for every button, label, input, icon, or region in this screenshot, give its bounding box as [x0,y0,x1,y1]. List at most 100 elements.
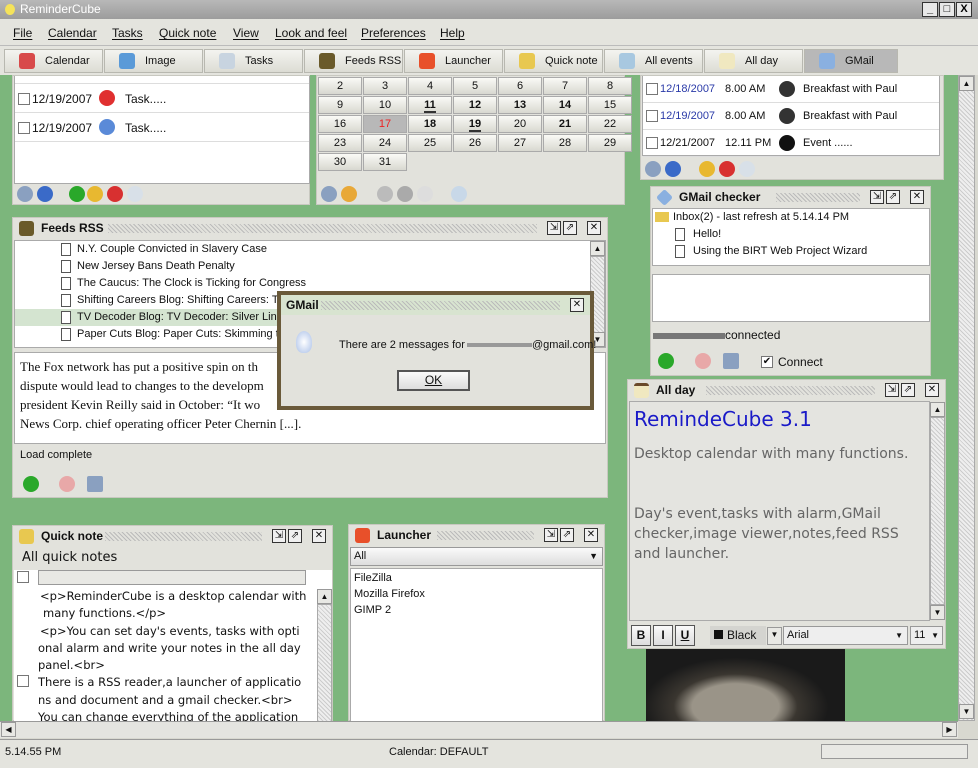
toolbar-calendar-button[interactable]: Calendar [4,49,103,73]
event-checkbox[interactable] [646,110,658,122]
note-checkbox[interactable] [17,675,29,687]
toolbar-feeds-rss-button[interactable]: Feeds RSS [304,49,403,73]
delete-icon[interactable] [695,353,711,369]
calendar-day[interactable]: 9 [318,96,362,114]
calendar-day[interactable]: 23 [318,134,362,152]
connect-checkbox[interactable]: ✔ [761,356,773,368]
settings-tools-icon[interactable] [723,353,739,369]
feed-item[interactable]: New Jersey Bans Death Penalty [15,258,605,275]
toolbar-tasks-button[interactable]: Tasks [204,49,303,73]
pencil-icon[interactable] [699,161,715,177]
ok-button[interactable]: OK [397,370,470,391]
toolbar-all-events-button[interactable]: All events [604,49,703,73]
scroll-up-button[interactable]: ▲ [317,589,332,604]
scroll-right-button[interactable]: ▶ [942,722,957,737]
calendar-day[interactable]: 31 [363,153,407,171]
maximize-icon[interactable]: ⇗ [288,529,302,543]
feed-item[interactable]: The Caucus: The Clock is Ticking for Con… [15,275,605,292]
calendar-day[interactable]: 21 [543,115,587,133]
add-event-icon[interactable] [341,186,357,202]
launcher-item[interactable]: GIMP 2 [354,602,599,618]
note-checkbox[interactable] [17,571,29,583]
allday-scrollbar[interactable] [930,417,945,605]
check-icon[interactable] [69,186,85,202]
close-button[interactable]: X [956,2,972,17]
calendar-day[interactable]: 25 [408,134,452,152]
maximize-icon[interactable]: ⇗ [563,221,577,235]
detach-icon[interactable]: ⇲ [547,221,561,235]
toolbar-all-day-button[interactable]: All day [704,49,803,73]
detach-icon[interactable]: ⇲ [544,528,558,542]
detach-icon[interactable]: ⇲ [885,383,899,397]
underline-button[interactable]: U [675,625,695,646]
close-icon[interactable]: ✕ [570,298,584,312]
event-checkbox[interactable] [646,137,658,149]
menu-help[interactable]: Help [440,26,465,40]
delete-feed-icon[interactable] [59,476,75,492]
scroll-left-button[interactable]: ◀ [1,722,16,737]
desktop-horizontal-scrollbar[interactable] [0,721,958,738]
copy-icon[interactable] [739,161,755,177]
scroll-down-button[interactable]: ▼ [959,704,974,719]
calendar-day[interactable]: 5 [453,77,497,95]
inbox-folder[interactable]: Inbox(2) - last refresh at 5.14.14 PM [653,209,929,226]
calendar-day[interactable]: 10 [363,96,407,114]
search-icon[interactable] [37,186,53,202]
event-row[interactable]: 12/18/2007 8.00 AM Breakfast with Paul [643,76,939,103]
close-icon[interactable]: ✕ [584,528,598,542]
calendar-day[interactable]: 22 [588,115,632,133]
calendar-day[interactable]: 2 [318,77,362,95]
toolbar-quick-note-button[interactable]: Quick note [504,49,603,73]
pencil-icon[interactable] [377,186,393,202]
gmail-message[interactable]: Using the BIRT Web Project Wizard [653,243,929,260]
calendar-day[interactable]: 24 [363,134,407,152]
italic-button[interactable]: I [653,625,673,646]
event-row[interactable]: 12/19/2007 8.00 AM Breakfast with Paul [643,103,939,130]
color-dropdown-button[interactable]: ▼ [767,627,782,645]
maximize-icon[interactable]: ⇗ [886,190,900,204]
refresh-icon[interactable] [658,353,674,369]
allday-editor[interactable]: RemindeCube 3.1 Desktop calendar with ma… [629,401,930,621]
copy-icon[interactable] [417,186,433,202]
close-icon[interactable]: ✕ [925,383,939,397]
menu-calendar[interactable]: Calendar [48,26,97,40]
settings-tools-icon[interactable] [87,476,103,492]
calendar-day[interactable]: 19 [453,115,497,133]
size-select[interactable]: 11 ▼ [910,626,943,645]
delete-icon[interactable] [719,161,735,177]
calendar-day[interactable]: 26 [453,134,497,152]
search-icon[interactable] [665,161,681,177]
notes-icon[interactable] [451,186,467,202]
calendar-day[interactable]: 6 [498,77,542,95]
maximize-icon[interactable]: ⇗ [560,528,574,542]
feed-item[interactable]: N.Y. Couple Convicted in Slavery Case [15,241,605,258]
calendar-day[interactable]: 14 [543,96,587,114]
pencil-icon[interactable] [87,186,103,202]
calendar-day[interactable]: 28 [543,134,587,152]
note-scrollbar[interactable] [317,604,332,722]
font-select[interactable]: Arial ▼ [783,626,908,645]
calendar-day[interactable]: 20 [498,115,542,133]
toolbar-launcher-button[interactable]: Launcher [404,49,503,73]
color-select[interactable]: Black [710,626,766,645]
edit-icon[interactable] [17,186,33,202]
calendar-day[interactable]: 17 [363,115,407,133]
calendar-day[interactable]: 13 [498,96,542,114]
delete-icon[interactable] [107,186,123,202]
detach-icon[interactable]: ⇲ [870,190,884,204]
delete-icon[interactable] [397,186,413,202]
task-checkbox[interactable] [18,122,30,134]
calendar-day[interactable]: 7 [543,77,587,95]
calendar-day[interactable]: 3 [363,77,407,95]
maximize-icon[interactable]: ⇗ [901,383,915,397]
launcher-item[interactable]: FileZilla [354,570,599,586]
scroll-up-button[interactable]: ▲ [959,76,974,91]
menu-preferences[interactable]: Preferences [361,26,426,40]
close-icon[interactable]: ✕ [910,190,924,204]
calendar-day[interactable]: 8 [588,77,632,95]
toolbar-image-button[interactable]: Image [104,49,203,73]
close-icon[interactable]: ✕ [312,529,326,543]
task-row[interactable]: 12/19/2007 Task..... [15,114,309,142]
event-checkbox[interactable] [646,83,658,95]
minimize-button[interactable]: _ [922,2,938,17]
